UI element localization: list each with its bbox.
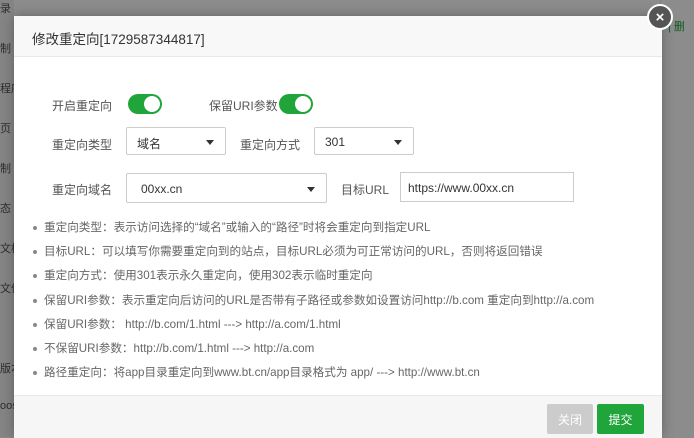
toggle-knob [295,96,311,112]
help-tip-text: 重定向类型：表示访问选择的“域名”或输入的“路径”时将会重定向到指定URL [44,221,431,234]
keep-uri-toggle[interactable] [279,94,313,114]
redirect-method-select[interactable]: 301 [314,127,414,155]
help-tip-text: 路径重定向：将app目录重定向到www.bt.cn/app目录格式为 app/ … [44,366,480,380]
help-tip: 保留URI参数： http://b.com/1.html ---> http:/… [32,317,594,341]
enable-redirect-label: 开启重定向 [52,99,113,113]
bullet-icon [33,371,37,376]
help-tip: 路径重定向：将app目录重定向到www.bt.cn/app目录格式为 app/ … [32,365,594,389]
target-url-label: 目标URL [341,183,390,197]
redirect-domain-label: 重定向域名 [52,183,113,197]
dialog-title: 修改重定向[1729587344817] [32,32,205,47]
target-url-value: https://www.00xx.cn [408,181,515,195]
redirect-method-label: 重定向方式 [240,138,301,152]
redirect-method-value: 301 [325,135,346,149]
bullet-icon [33,226,37,230]
caret-down-icon [307,187,315,192]
redirect-type-select[interactable]: 域名 [126,127,226,155]
help-tip: 不保留URI参数：http://b.com/1.html ---> http:/… [32,341,594,365]
help-tip-text: 保留URI参数：表示重定向后访问的URL是否带有子路径或参数如设置访问http:… [44,293,595,307]
redirect-domain-select[interactable]: 00xx.cn [126,173,327,203]
chevron-down-icon [394,140,402,145]
close-button[interactable]: 关闭 [547,404,593,434]
chevron-down-icon [206,140,214,145]
help-tip-text: 不保留URI参数：http://b.com/1.html ---> http:/… [44,341,315,355]
help-tip: 重定向方式：使用301表示永久重定向，使用302表示临时重定向 [32,268,594,292]
help-tip: 目标URL：可以填写你需要重定向到的站点，目标URL必须为可正常访问的URL，否… [32,244,594,268]
redirect-edit-dialog: 修改重定向[1729587344817] 开启重定向 保留URI参数 重定向类型… [14,16,662,438]
help-tip-text: 目标URL：可以填写你需要重定向到的站点，目标URL必须为可正常访问的URL，否… [44,245,543,259]
bullet-icon [33,346,37,351]
submit-button[interactable]: 提交 [597,404,644,434]
redirect-type-label: 重定向类型 [52,138,113,152]
target-url-input[interactable]: https://www.00xx.cn [400,172,574,202]
toggle-knob [144,96,160,112]
help-tips-list: 重定向类型：表示访问选择的“域名”或输入的“路径”时将会重定向到指定URL 目标… [32,220,594,389]
close-icon[interactable]: × [647,4,673,30]
enable-redirect-toggle[interactable] [128,94,162,114]
bullet-icon [33,274,37,279]
bullet-icon [33,298,37,303]
help-tip-text: 重定向方式：使用301表示永久重定向，使用302表示临时重定向 [44,269,373,283]
bullet-icon [33,322,37,327]
help-tip: 保留URI参数：表示重定向后访问的URL是否带有子路径或参数如设置访问http:… [32,293,594,317]
dialog-header: 修改重定向[1729587344817] [14,16,662,57]
redirect-type-value: 域名 [137,137,162,151]
help-tip: 重定向类型：表示访问选择的“域名”或输入的“路径”时将会重定向到指定URL [32,220,594,244]
keep-uri-label: 保留URI参数 [209,99,278,113]
bullet-icon [33,250,37,255]
help-tip-text: 保留URI参数： http://b.com/1.html ---> http:/… [44,317,341,331]
redirect-domain-value: 00xx.cn [141,182,183,196]
